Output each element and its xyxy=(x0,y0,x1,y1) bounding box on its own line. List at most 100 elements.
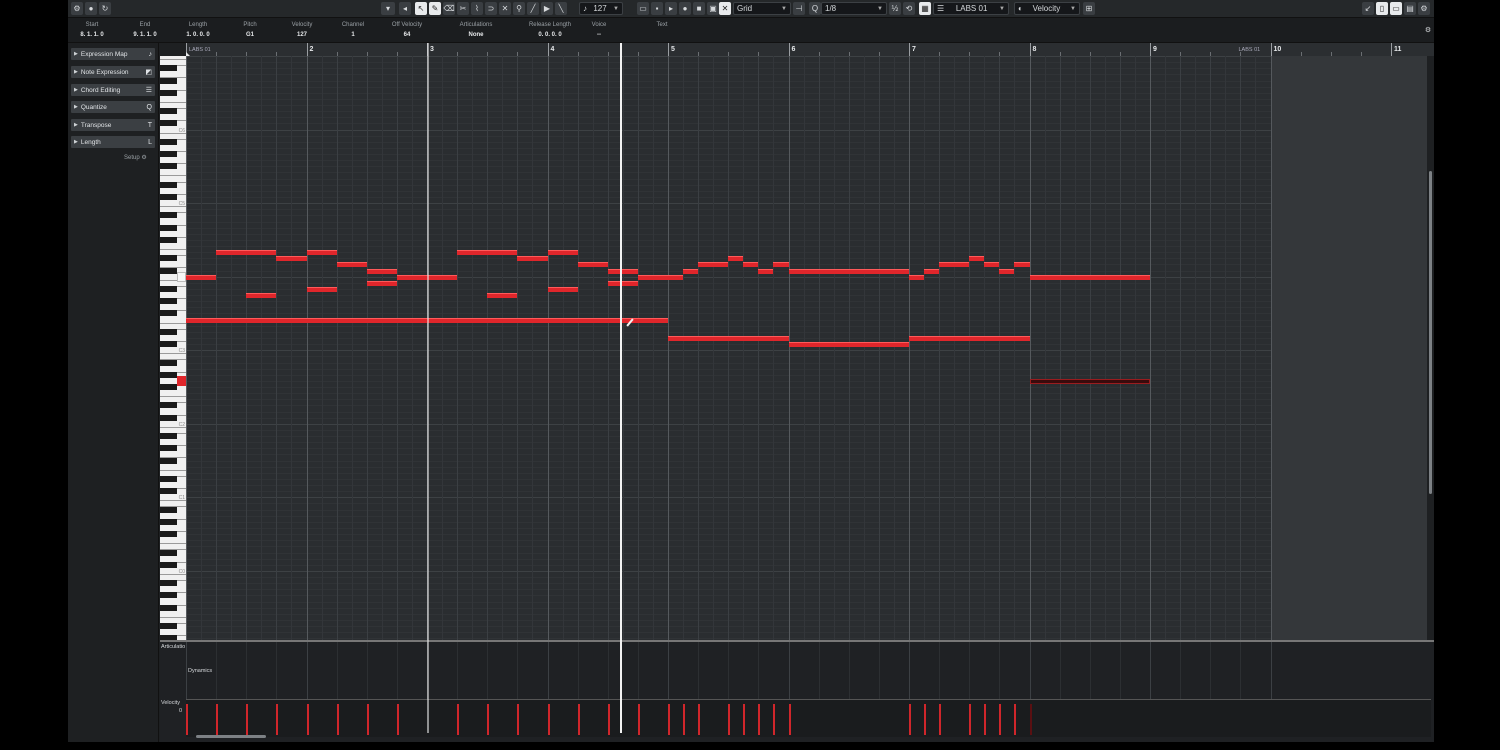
midi-note[interactable] xyxy=(1029,274,1150,280)
midi-note[interactable] xyxy=(487,293,518,299)
vertical-scrollbar[interactable] xyxy=(1427,56,1434,640)
midi-note[interactable] xyxy=(607,280,638,286)
velocity-bar[interactable] xyxy=(336,704,339,735)
midi-note[interactable] xyxy=(909,274,925,280)
velocity-bar[interactable] xyxy=(186,704,188,735)
black-key[interactable] xyxy=(160,433,177,440)
velocity-bar[interactable] xyxy=(668,704,670,735)
velocity-bar[interactable] xyxy=(547,704,550,735)
black-key[interactable] xyxy=(160,310,177,317)
midi-note[interactable] xyxy=(517,256,548,262)
black-key[interactable] xyxy=(160,255,177,262)
grid-type-select[interactable]: Grid ▼ xyxy=(733,2,791,15)
midi-note[interactable] xyxy=(683,268,699,274)
solo-editor-icon[interactable]: ● xyxy=(85,2,97,15)
insert-velocity-select[interactable]: ♪ 127 ▼ xyxy=(579,2,623,15)
length-quantize-icon[interactable]: ½ xyxy=(889,2,901,15)
show-status-icon[interactable]: ▤ xyxy=(1404,2,1416,15)
project-cursor-line[interactable] xyxy=(619,43,622,733)
velocity-bar[interactable] xyxy=(683,704,686,735)
midi-note[interactable] xyxy=(984,262,1000,268)
mute-tool-icon[interactable]: ✕ xyxy=(499,2,511,15)
draw-tool-icon[interactable]: ✎ xyxy=(429,2,441,15)
black-key[interactable] xyxy=(160,549,177,556)
ruler-start-marker[interactable]: LABS 01 xyxy=(189,47,211,53)
black-key[interactable] xyxy=(160,120,177,127)
vertical-scroll-thumb[interactable] xyxy=(1429,171,1432,494)
info-end[interactable]: End 9. 1. 1. 0 xyxy=(123,18,167,42)
locator-line[interactable] xyxy=(427,43,429,733)
snap-to-zero-icon[interactable]: ⊣ xyxy=(793,2,805,15)
black-key[interactable] xyxy=(160,488,177,495)
velocity-bar[interactable] xyxy=(517,704,520,735)
acoustic-feedback-icon[interactable]: ◂ xyxy=(399,2,411,15)
velocity-bar[interactable] xyxy=(487,704,490,735)
black-key[interactable] xyxy=(160,531,177,538)
midi-note[interactable] xyxy=(306,286,337,292)
transport-loop-icon[interactable]: ● xyxy=(679,2,691,15)
midi-note[interactable] xyxy=(924,268,940,274)
drumstick-tool-icon[interactable]: ╲ xyxy=(555,2,567,15)
line-tool-icon[interactable]: ╱ xyxy=(527,2,539,15)
velocity-bar[interactable] xyxy=(698,704,701,735)
black-key[interactable] xyxy=(160,604,177,611)
info-pitch[interactable]: Pitch G1 xyxy=(230,18,270,42)
settings-gear-icon[interactable]: ⚙ xyxy=(1418,2,1430,15)
window-menu-icon[interactable]: ⚙ xyxy=(71,2,83,15)
object-select-icon[interactable]: ↖ xyxy=(415,2,427,15)
black-key[interactable] xyxy=(160,402,177,409)
velocity-bar[interactable] xyxy=(939,704,942,735)
midi-note[interactable] xyxy=(728,256,744,262)
midi-note[interactable] xyxy=(276,256,307,262)
midi-note[interactable] xyxy=(758,268,774,274)
velocity-bar[interactable] xyxy=(788,704,791,735)
black-key[interactable] xyxy=(160,384,177,391)
black-key[interactable] xyxy=(160,506,177,513)
track-select[interactable]: ☰ LABS 01 ▼ xyxy=(933,2,1009,15)
black-key[interactable] xyxy=(160,151,177,158)
autoscroll-icon[interactable]: ↻ xyxy=(99,2,111,15)
velocity-bar[interactable] xyxy=(969,704,972,735)
black-key[interactable] xyxy=(160,371,177,378)
black-key[interactable] xyxy=(160,224,177,231)
black-key[interactable] xyxy=(160,341,177,348)
info-articulations[interactable]: Articulations None xyxy=(448,18,504,42)
midi-note[interactable] xyxy=(216,250,277,256)
quantize-icon[interactable]: Q xyxy=(809,2,821,15)
midi-note[interactable] xyxy=(1014,262,1030,268)
quantize-preset-select[interactable]: 1/8 ▼ xyxy=(821,2,887,15)
black-key[interactable] xyxy=(160,285,177,292)
transport-play-icon[interactable]: ▸ xyxy=(665,2,677,15)
black-key[interactable] xyxy=(160,89,177,96)
velocity-bar[interactable] xyxy=(306,704,309,735)
velocity-bar[interactable] xyxy=(276,704,279,735)
midi-note[interactable] xyxy=(773,262,789,268)
play-tool-icon[interactable]: ▶ xyxy=(541,2,553,15)
midi-note[interactable] xyxy=(909,335,1030,341)
velocity-bar[interactable] xyxy=(457,704,460,735)
info-release-length[interactable]: Release Length 0. 0. 0. 0 xyxy=(520,18,580,42)
iterative-quantize-icon[interactable]: ⟲ xyxy=(903,2,915,15)
independent-track-loop-icon[interactable]: ▦ xyxy=(919,2,931,15)
black-key[interactable] xyxy=(160,77,177,84)
black-key[interactable] xyxy=(160,580,177,587)
info-length[interactable]: Length 1. 0. 0. 0 xyxy=(178,18,218,42)
midi-note[interactable] xyxy=(366,268,397,274)
velocity-bar[interactable] xyxy=(743,704,746,735)
midi-note[interactable] xyxy=(336,262,367,268)
inspector-section-expression-map[interactable]: ▶ Expression Map ♪ xyxy=(71,48,155,60)
midi-note[interactable] xyxy=(306,250,337,256)
velocity-bar-selected[interactable] xyxy=(1029,704,1032,735)
snap-icon[interactable]: ▾ xyxy=(381,2,395,15)
info-start[interactable]: Start 8. 1. 1. 0 xyxy=(72,18,112,42)
midi-note[interactable] xyxy=(457,250,518,256)
midi-note[interactable] xyxy=(939,262,970,268)
velocity-bar[interactable] xyxy=(999,704,1002,735)
inspector-setup[interactable]: Setup ⚙ xyxy=(124,154,147,161)
midi-note[interactable] xyxy=(999,268,1015,274)
midi-note[interactable] xyxy=(637,274,684,280)
inspector-section-transpose[interactable]: ▶ Transpose T xyxy=(71,119,155,131)
ruler-end-marker[interactable]: LABS 01 xyxy=(1239,47,1261,53)
show-inspector-icon[interactable]: ▯ xyxy=(1376,2,1388,15)
bar-ruler[interactable]: 2 3 4 5 6 7 8 9 10 11 LABS 01 LABS 01 xyxy=(186,43,1434,57)
